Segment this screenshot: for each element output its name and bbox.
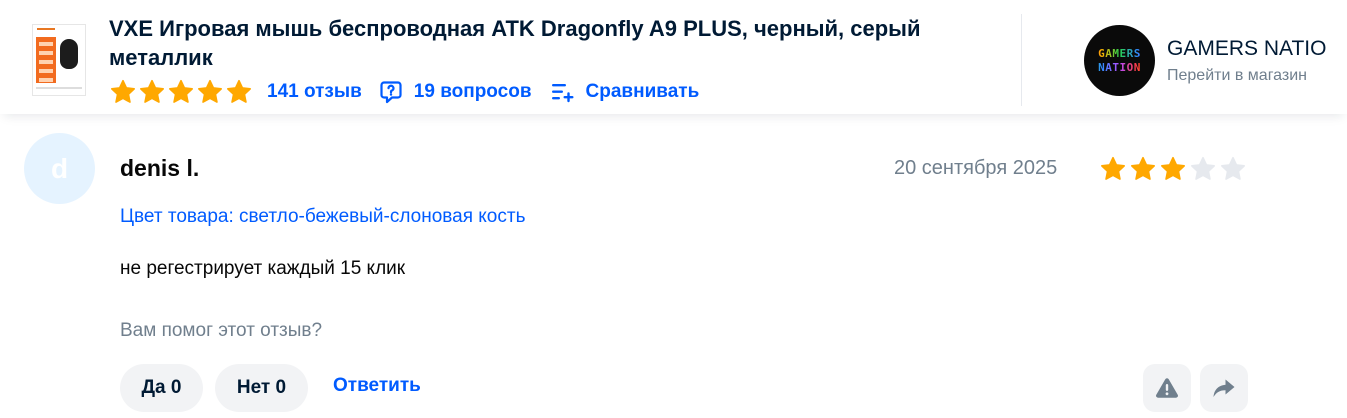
helpful-yes-button[interactable]: Да 0 (120, 364, 203, 412)
star-filled-icon (1161, 156, 1185, 180)
review-date: 20 сентября 2025 (894, 157, 1058, 179)
compare-label: Сравнивать (585, 81, 700, 102)
helpful-no-button[interactable]: Нет 0 (215, 364, 308, 412)
share-arrow-icon (1213, 379, 1235, 397)
star-filled-icon (111, 79, 135, 103)
product-color-variant[interactable]: Цвет товара: светло-бежевый-слоновая кос… (120, 206, 525, 228)
product-meta-row: 141 отзыв 19 вопросов Сравнивать (110, 79, 699, 105)
review-text: не регестрирует каждый 15 клик (120, 258, 406, 279)
review-author: denis l. (120, 155, 200, 181)
avatar: d (24, 133, 95, 204)
go-to-store-link[interactable]: Перейти в магазин (1167, 67, 1307, 85)
question-bubble-icon (380, 81, 402, 104)
questions-link[interactable]: 19 вопросов (379, 80, 532, 104)
star-filled-icon (140, 79, 164, 103)
star-filled-icon (1131, 156, 1155, 180)
helpful-question: Вам помог этот отзыв? (120, 320, 323, 341)
product-title[interactable]: VXE Игровая мышь беспроводная ATK Dragon… (109, 14, 1009, 72)
product-rating-stars (110, 79, 255, 105)
compare-link[interactable]: Сравнивать (551, 81, 700, 103)
star-filled-icon (198, 79, 222, 103)
seller-name[interactable]: GAMERS NATIO (1167, 37, 1326, 61)
share-button[interactable] (1200, 364, 1248, 412)
star-empty-icon (1221, 156, 1245, 180)
warning-icon (1156, 378, 1178, 398)
report-button[interactable] (1143, 364, 1191, 412)
star-empty-icon (1191, 156, 1215, 180)
compare-list-icon (551, 84, 574, 103)
product-thumbnail[interactable] (32, 24, 86, 96)
mouse-image (60, 39, 78, 69)
star-filled-icon (227, 79, 251, 103)
seller-logo[interactable]: GAMERS NATION (1084, 25, 1155, 96)
reply-link[interactable]: Ответить (333, 375, 421, 397)
reviews-count-link[interactable]: 141 отзыв (267, 81, 362, 103)
product-sticky-header: VXE Игровая мышь беспроводная ATK Dragon… (0, 0, 1347, 114)
review-rating-stars (1100, 156, 1250, 182)
reviews-count-label: 141 отзыв (267, 81, 362, 102)
star-filled-icon (1101, 156, 1125, 180)
header-divider (1021, 14, 1022, 106)
star-filled-icon (169, 79, 193, 103)
questions-label: 19 вопросов (413, 81, 532, 102)
